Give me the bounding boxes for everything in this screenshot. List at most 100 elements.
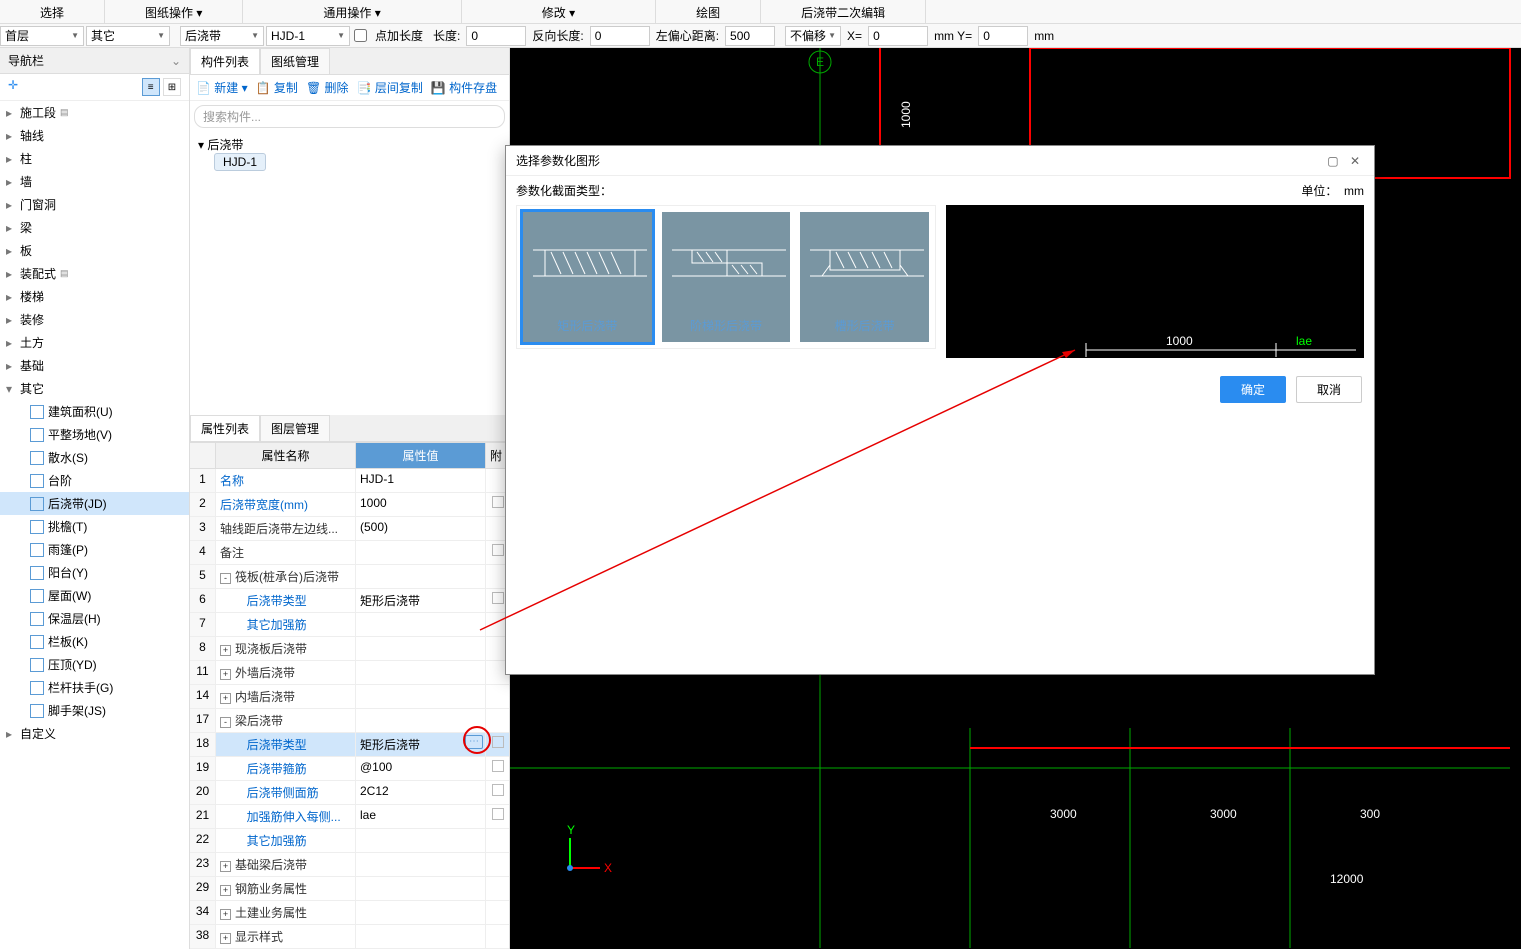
nav-subitem-雨篷(P)[interactable]: 雨篷(P) xyxy=(0,538,189,561)
nav-view-grid-icon[interactable]: ⊞ xyxy=(163,78,181,96)
nav-subitem-栏杆扶手(G)[interactable]: 栏杆扶手(G) xyxy=(0,676,189,699)
y-label: mm Y= xyxy=(934,29,972,43)
menu-drawing-ops[interactable]: 图纸操作 ▾ xyxy=(105,0,243,23)
prop-row-14[interactable]: 14+内墙后浇带 xyxy=(190,685,509,709)
prop-row-7[interactable]: 7 其它加强筋 xyxy=(190,613,509,637)
prop-row-34[interactable]: 34+土建业务属性 xyxy=(190,901,509,925)
prop-row-19[interactable]: 19 后浇带箍筋@100 xyxy=(190,757,509,781)
tile-step-postcast[interactable]: 阶梯形后浇带 xyxy=(662,212,791,342)
layer-copy-button[interactable]: 📑 层间复制 xyxy=(357,79,423,96)
svg-text:12000: 12000 xyxy=(1330,872,1364,886)
prop-row-3[interactable]: 3轴线距后浇带左边线...(500) xyxy=(190,517,509,541)
tab-layer-manage[interactable]: 图层管理 xyxy=(260,415,330,441)
nav-header-expand-icon[interactable]: ⌄ xyxy=(171,54,181,68)
delete-button[interactable]: 🗑 删除 xyxy=(306,79,349,96)
ok-button[interactable]: 确定 xyxy=(1220,376,1286,403)
nav-subitem-阳台(Y)[interactable]: 阳台(Y) xyxy=(0,561,189,584)
nav-subitem-建筑面积(U)[interactable]: 建筑面积(U) xyxy=(0,400,189,423)
nav-subitem-压顶(YD)[interactable]: 压顶(YD) xyxy=(0,653,189,676)
new-button[interactable]: 📄 新建 ▾ xyxy=(196,79,248,96)
unit-label: mm xyxy=(1034,29,1054,43)
tab-drawing-manage[interactable]: 图纸管理 xyxy=(260,48,330,74)
dialog-title-text: 选择参数化图形 xyxy=(516,152,600,169)
nav-item-楼梯[interactable]: ▸楼梯 xyxy=(0,285,189,308)
dialog-close-icon[interactable]: ✕ xyxy=(1346,154,1364,168)
nav-view-list-icon[interactable]: ≡ xyxy=(142,78,160,96)
rev-length-input[interactable] xyxy=(590,26,650,46)
cancel-button[interactable]: 取消 xyxy=(1296,376,1362,403)
save-component-button[interactable]: 💾 构件存盘 xyxy=(431,79,497,96)
nav-item-施工段[interactable]: ▸施工段 ▤ xyxy=(0,101,189,124)
nav-subitem-栏板(K)[interactable]: 栏板(K) xyxy=(0,630,189,653)
prop-row-1[interactable]: 1名称HJD-1 xyxy=(190,469,509,493)
type-combo[interactable]: 后浇带▼ xyxy=(180,26,264,46)
prop-row-38[interactable]: 38+显示样式 xyxy=(190,925,509,949)
prop-row-23[interactable]: 23+基础梁后浇带 xyxy=(190,853,509,877)
svg-text:X: X xyxy=(604,861,612,875)
svg-text:1000: 1000 xyxy=(1166,334,1193,348)
nav-item-轴线[interactable]: ▸轴线 xyxy=(0,124,189,147)
nav-item-板[interactable]: ▸板 xyxy=(0,239,189,262)
nav-item-梁[interactable]: ▸梁 xyxy=(0,216,189,239)
point-length-check[interactable] xyxy=(354,29,367,42)
property-header-value[interactable]: 属性值 xyxy=(356,443,486,468)
nav-item-墙[interactable]: ▸墙 xyxy=(0,170,189,193)
prop-row-22[interactable]: 22 其它加强筋 xyxy=(190,829,509,853)
component-tree-root[interactable]: ▾ 后浇带 xyxy=(198,136,501,153)
y-input[interactable] xyxy=(978,26,1028,46)
x-input[interactable] xyxy=(868,26,928,46)
code-combo[interactable]: HJD-1▼ xyxy=(266,26,350,46)
floor-combo[interactable]: 首层▼ xyxy=(0,26,84,46)
prop-row-18[interactable]: 18 后浇带类型矩形后浇带⋯ xyxy=(190,733,509,757)
nav-item-柱[interactable]: ▸柱 xyxy=(0,147,189,170)
nav-item-装修[interactable]: ▸装修 xyxy=(0,308,189,331)
ellipsis-button[interactable]: ⋯ xyxy=(465,735,483,749)
tile-groove-postcast[interactable]: 槽形后浇带 xyxy=(800,212,929,342)
dialog-maximize-icon[interactable]: ▢ xyxy=(1323,154,1342,168)
prop-row-29[interactable]: 29+钢筋业务属性 xyxy=(190,877,509,901)
tab-component-list[interactable]: 构件列表 xyxy=(190,48,260,74)
nav-panel: 导航栏 ⌄ ✛ ≡ ⊞ ▸施工段 ▤▸轴线▸柱▸墙▸门窗洞▸梁▸板▸装配式 ▤▸… xyxy=(0,48,190,949)
nav-subitem-平整场地(V)[interactable]: 平整场地(V) xyxy=(0,423,189,446)
nav-subitem-屋面(W)[interactable]: 屋面(W) xyxy=(0,584,189,607)
unit-value: mm xyxy=(1344,184,1364,198)
menu-postcast-edit[interactable]: 后浇带二次编辑 xyxy=(761,0,926,23)
nav-subitem-保温层(H)[interactable]: 保温层(H) xyxy=(0,607,189,630)
section-type-label: 参数化截面类型： xyxy=(516,182,612,199)
component-item-hjd1[interactable]: HJD-1 xyxy=(214,153,266,171)
prop-row-11[interactable]: 11+外墙后浇带 xyxy=(190,661,509,685)
nav-subitem-挑檐(T)[interactable]: 挑檐(T) xyxy=(0,515,189,538)
prop-row-17[interactable]: 17-梁后浇带 xyxy=(190,709,509,733)
length-input[interactable] xyxy=(466,26,526,46)
prop-row-8[interactable]: 8+现浇板后浇带 xyxy=(190,637,509,661)
nav-subitem-脚手架(JS)[interactable]: 脚手架(JS) xyxy=(0,699,189,722)
nav-subitem-台阶[interactable]: 台阶 xyxy=(0,469,189,492)
tile-rect-postcast[interactable]: 矩形后浇带 xyxy=(523,212,652,342)
menu-modify[interactable]: 修改 ▾ xyxy=(462,0,656,23)
copy-button[interactable]: 📋 复制 xyxy=(256,79,298,96)
left-offset-input[interactable] xyxy=(725,26,775,46)
prop-row-6[interactable]: 6 后浇带类型矩形后浇带 xyxy=(190,589,509,613)
category-combo[interactable]: 其它▼ xyxy=(86,26,170,46)
nav-item-基础[interactable]: ▸基础 xyxy=(0,354,189,377)
menu-general-ops[interactable]: 通用操作 ▾ xyxy=(243,0,461,23)
component-search-input[interactable]: 搜索构件... xyxy=(194,105,505,128)
nav-item-自定义[interactable]: ▸自定义 xyxy=(0,722,189,745)
offset-mode-combo[interactable]: 不偏移▼ xyxy=(785,26,841,46)
tab-property-list[interactable]: 属性列表 xyxy=(190,415,260,441)
prop-row-5[interactable]: 5-筏板(桩承台)后浇带 xyxy=(190,565,509,589)
nav-item-门窗洞[interactable]: ▸门窗洞 xyxy=(0,193,189,216)
menu-select[interactable]: 选择 xyxy=(0,0,105,23)
prop-row-4[interactable]: 4备注 xyxy=(190,541,509,565)
nav-subitem-散水(S)[interactable]: 散水(S) xyxy=(0,446,189,469)
prop-row-20[interactable]: 20 后浇带侧面筋2C12 xyxy=(190,781,509,805)
nav-subitem-后浇带(JD)[interactable]: 后浇带(JD) xyxy=(0,492,189,515)
menu-draw[interactable]: 绘图 xyxy=(656,0,761,23)
prop-row-21[interactable]: 21 加强筋伸入每侧...lae xyxy=(190,805,509,829)
prop-row-2[interactable]: 2后浇带宽度(mm)1000 xyxy=(190,493,509,517)
svg-text:3000: 3000 xyxy=(1050,807,1077,821)
nav-item-其它[interactable]: ▾其它 xyxy=(0,377,189,400)
nav-item-装配式[interactable]: ▸装配式 ▤ xyxy=(0,262,189,285)
nav-tool-cursor-icon[interactable]: ✛ xyxy=(8,78,18,96)
nav-item-土方[interactable]: ▸土方 xyxy=(0,331,189,354)
